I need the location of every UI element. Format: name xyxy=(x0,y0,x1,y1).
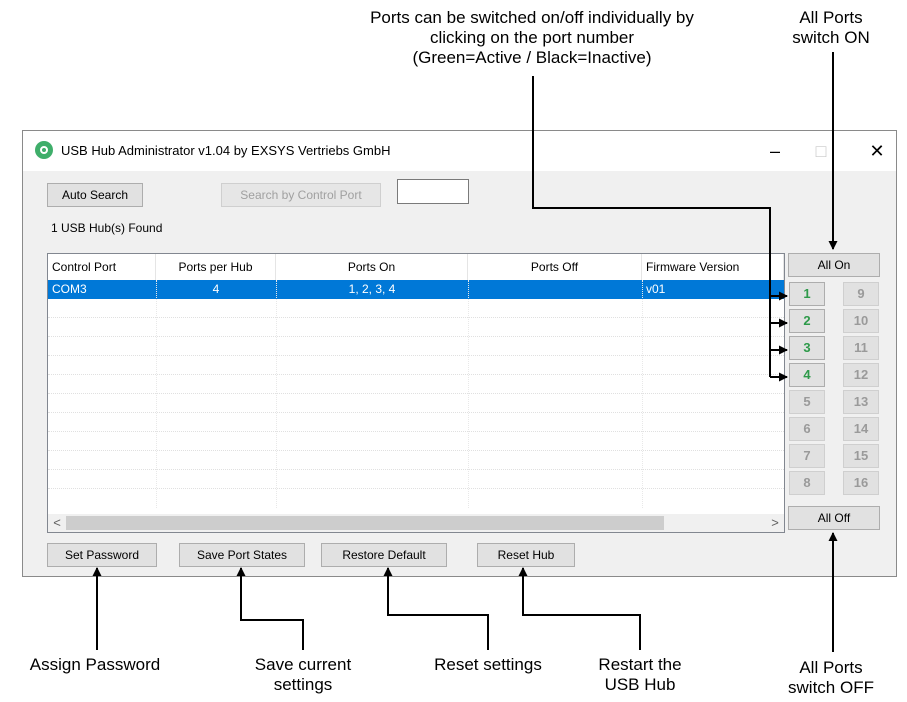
annotation-arrows xyxy=(92,52,838,652)
arrow-save-port-states xyxy=(236,567,304,650)
arrow-reset-hub xyxy=(518,567,641,650)
arrow-restore-default xyxy=(383,567,489,650)
arrow-ports-individual xyxy=(532,76,771,377)
